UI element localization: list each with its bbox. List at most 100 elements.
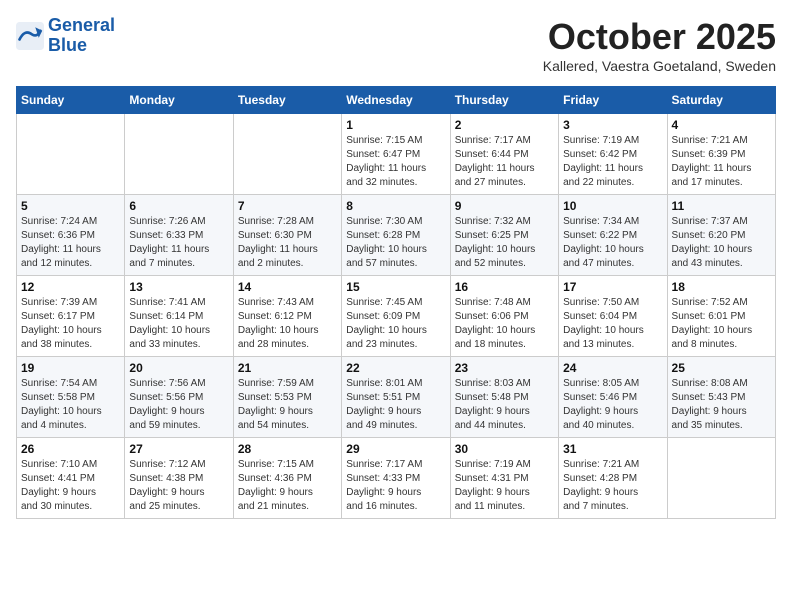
- day-detail: Sunrise: 7:15 AM Sunset: 6:47 PM Dayligh…: [346, 134, 445, 190]
- day-number: 30: [455, 442, 554, 456]
- day-number: 12: [21, 280, 120, 294]
- day-detail: Sunrise: 7:30 AM Sunset: 6:28 PM Dayligh…: [346, 215, 445, 271]
- calendar-week-row: 26Sunrise: 7:10 AM Sunset: 4:41 PM Dayli…: [17, 438, 776, 519]
- calendar-cell: 11 Sunrise: 7:37 AM Sunset: 6:20 PM Dayli…: [667, 195, 775, 276]
- calendar-cell: 14 Sunrise: 7:43 AM Sunset: 6:12 PM Dayli…: [233, 276, 341, 357]
- weekday-header-tuesday: Tuesday: [233, 87, 341, 114]
- weekday-header-wednesday: Wednesday: [342, 87, 450, 114]
- day-number: 13: [129, 280, 228, 294]
- calendar-cell: 25Sunrise: 8:08 AM Sunset: 5:43 PM Dayli…: [667, 357, 775, 438]
- day-detail: Sunrise: 7:21 AM Sunset: 4:28 PM Dayligh…: [563, 458, 662, 514]
- day-number: 19: [21, 361, 120, 375]
- calendar-cell: 7Sunrise: 7:28 AM Sunset: 6:30 PM Daylig…: [233, 195, 341, 276]
- day-detail: Sunrise: 7:37 AM Sunset: 6:20 PM Dayligh…: [672, 215, 771, 271]
- day-number: 2: [455, 118, 554, 132]
- logo-icon: [16, 22, 44, 50]
- calendar-cell: 5Sunrise: 7:24 AM Sunset: 6:36 PM Daylig…: [17, 195, 125, 276]
- title-block: October 2025 Kallered, Vaestra Goetaland…: [543, 16, 776, 74]
- day-detail: Sunrise: 7:48 AM Sunset: 6:06 PM Dayligh…: [455, 296, 554, 352]
- day-number: 3: [563, 118, 662, 132]
- calendar-cell: 27 Sunrise: 7:12 AM Sunset: 4:38 PM Dayli…: [125, 438, 233, 519]
- day-detail: Sunrise: 7:39 AM Sunset: 6:17 PM Dayligh…: [21, 296, 120, 352]
- calendar-cell: 24Sunrise: 8:05 AM Sunset: 5:46 PM Dayli…: [559, 357, 667, 438]
- day-detail: Sunrise: 7:19 AM Sunset: 6:42 PM Dayligh…: [563, 134, 662, 190]
- calendar-cell: 26Sunrise: 7:10 AM Sunset: 4:41 PM Dayli…: [17, 438, 125, 519]
- day-number: 9: [455, 199, 554, 213]
- day-number: 15: [346, 280, 445, 294]
- calendar-cell: 31 Sunrise: 7:21 AM Sunset: 4:28 PM Dayli…: [559, 438, 667, 519]
- day-detail: Sunrise: 7:54 AM Sunset: 5:58 PM Dayligh…: [21, 377, 120, 433]
- page-header: General Blue October 2025 Kallered, Vaes…: [16, 16, 776, 74]
- day-number: 6: [129, 199, 228, 213]
- day-detail: Sunrise: 7:17 AM Sunset: 4:33 PM Dayligh…: [346, 458, 445, 514]
- day-number: 31: [563, 442, 662, 456]
- location-subtitle: Kallered, Vaestra Goetaland, Sweden: [543, 58, 776, 74]
- day-number: 14: [238, 280, 337, 294]
- day-detail: Sunrise: 7:50 AM Sunset: 6:04 PM Dayligh…: [563, 296, 662, 352]
- calendar-cell: 29 Sunrise: 7:17 AM Sunset: 4:33 PM Dayli…: [342, 438, 450, 519]
- calendar-cell: 10 Sunrise: 7:34 AM Sunset: 6:22 PM Dayli…: [559, 195, 667, 276]
- calendar-cell: 16 Sunrise: 7:48 AM Sunset: 6:06 PM Dayli…: [450, 276, 558, 357]
- day-number: 8: [346, 199, 445, 213]
- calendar-cell: 28Sunrise: 7:15 AM Sunset: 4:36 PM Dayli…: [233, 438, 341, 519]
- day-number: 11: [672, 199, 771, 213]
- day-number: 27: [129, 442, 228, 456]
- calendar-cell: 3 Sunrise: 7:19 AM Sunset: 6:42 PM Daylig…: [559, 114, 667, 195]
- calendar-cell: 15 Sunrise: 7:45 AM Sunset: 6:09 PM Dayli…: [342, 276, 450, 357]
- day-detail: Sunrise: 7:26 AM Sunset: 6:33 PM Dayligh…: [129, 215, 228, 271]
- calendar-cell: 1 Sunrise: 7:15 AM Sunset: 6:47 PM Daylig…: [342, 114, 450, 195]
- day-number: 22: [346, 361, 445, 375]
- day-number: 29: [346, 442, 445, 456]
- day-number: 10: [563, 199, 662, 213]
- day-detail: Sunrise: 7:17 AM Sunset: 6:44 PM Dayligh…: [455, 134, 554, 190]
- calendar-cell: 20 Sunrise: 7:56 AM Sunset: 5:56 PM Dayli…: [125, 357, 233, 438]
- day-number: 18: [672, 280, 771, 294]
- day-number: 25: [672, 361, 771, 375]
- day-detail: Sunrise: 7:28 AM Sunset: 6:30 PM Dayligh…: [238, 215, 337, 271]
- day-detail: Sunrise: 7:21 AM Sunset: 6:39 PM Dayligh…: [672, 134, 771, 190]
- day-detail: Sunrise: 7:43 AM Sunset: 6:12 PM Dayligh…: [238, 296, 337, 352]
- calendar-table: SundayMondayTuesdayWednesdayThursdayFrid…: [16, 86, 776, 519]
- day-detail: Sunrise: 8:03 AM Sunset: 5:48 PM Dayligh…: [455, 377, 554, 433]
- calendar-header-row: SundayMondayTuesdayWednesdayThursdayFrid…: [17, 87, 776, 114]
- day-detail: Sunrise: 7:12 AM Sunset: 4:38 PM Dayligh…: [129, 458, 228, 514]
- calendar-cell: 19 Sunrise: 7:54 AM Sunset: 5:58 PM Dayli…: [17, 357, 125, 438]
- month-title: October 2025: [543, 16, 776, 58]
- calendar-cell: 30 Sunrise: 7:19 AM Sunset: 4:31 PM Dayli…: [450, 438, 558, 519]
- day-detail: Sunrise: 7:32 AM Sunset: 6:25 PM Dayligh…: [455, 215, 554, 271]
- day-detail: Sunrise: 7:41 AM Sunset: 6:14 PM Dayligh…: [129, 296, 228, 352]
- calendar-week-row: 19 Sunrise: 7:54 AM Sunset: 5:58 PM Dayli…: [17, 357, 776, 438]
- calendar-cell: 22 Sunrise: 8:01 AM Sunset: 5:51 PM Dayli…: [342, 357, 450, 438]
- day-number: 16: [455, 280, 554, 294]
- calendar-cell: 12 Sunrise: 7:39 AM Sunset: 6:17 PM Dayli…: [17, 276, 125, 357]
- calendar-cell: 17Sunrise: 7:50 AM Sunset: 6:04 PM Dayli…: [559, 276, 667, 357]
- calendar-cell: 2 Sunrise: 7:17 AM Sunset: 6:44 PM Daylig…: [450, 114, 558, 195]
- day-number: 20: [129, 361, 228, 375]
- day-detail: Sunrise: 7:10 AM Sunset: 4:41 PM Dayligh…: [21, 458, 120, 514]
- day-number: 21: [238, 361, 337, 375]
- calendar-cell: 4 Sunrise: 7:21 AM Sunset: 6:39 PM Daylig…: [667, 114, 775, 195]
- day-detail: Sunrise: 7:45 AM Sunset: 6:09 PM Dayligh…: [346, 296, 445, 352]
- day-detail: Sunrise: 7:56 AM Sunset: 5:56 PM Dayligh…: [129, 377, 228, 433]
- logo-text: General Blue: [48, 16, 115, 56]
- day-number: 4: [672, 118, 771, 132]
- calendar-cell: [17, 114, 125, 195]
- calendar-cell: 9 Sunrise: 7:32 AM Sunset: 6:25 PM Daylig…: [450, 195, 558, 276]
- calendar-cell: [125, 114, 233, 195]
- day-detail: Sunrise: 7:19 AM Sunset: 4:31 PM Dayligh…: [455, 458, 554, 514]
- weekday-header-friday: Friday: [559, 87, 667, 114]
- day-number: 24: [563, 361, 662, 375]
- day-number: 5: [21, 199, 120, 213]
- calendar-cell: [667, 438, 775, 519]
- day-number: 1: [346, 118, 445, 132]
- day-detail: Sunrise: 7:59 AM Sunset: 5:53 PM Dayligh…: [238, 377, 337, 433]
- weekday-header-monday: Monday: [125, 87, 233, 114]
- calendar-cell: 8 Sunrise: 7:30 AM Sunset: 6:28 PM Daylig…: [342, 195, 450, 276]
- day-detail: Sunrise: 7:52 AM Sunset: 6:01 PM Dayligh…: [672, 296, 771, 352]
- calendar-cell: 18 Sunrise: 7:52 AM Sunset: 6:01 PM Dayli…: [667, 276, 775, 357]
- day-detail: Sunrise: 7:34 AM Sunset: 6:22 PM Dayligh…: [563, 215, 662, 271]
- calendar-cell: 6 Sunrise: 7:26 AM Sunset: 6:33 PM Daylig…: [125, 195, 233, 276]
- calendar-week-row: 5Sunrise: 7:24 AM Sunset: 6:36 PM Daylig…: [17, 195, 776, 276]
- calendar-week-row: 12 Sunrise: 7:39 AM Sunset: 6:17 PM Dayli…: [17, 276, 776, 357]
- day-detail: Sunrise: 8:01 AM Sunset: 5:51 PM Dayligh…: [346, 377, 445, 433]
